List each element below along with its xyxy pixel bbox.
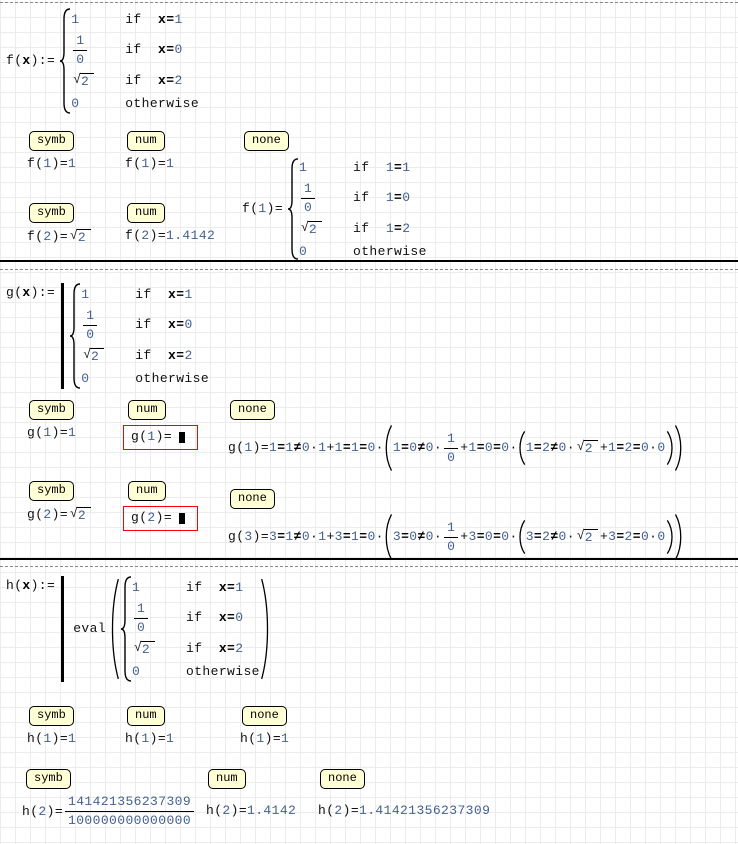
g-definition-lead: g(x):= — [6, 285, 55, 301]
fraction: 10 — [73, 33, 87, 68]
result-f1-num[interactable]: num f(1)=1 — [125, 131, 174, 172]
result-h2-none[interactable]: none h(2)=1.41421356237309 — [318, 769, 490, 819]
tag-none[interactable]: none — [242, 706, 287, 726]
error-placeholder-icon — [179, 513, 185, 524]
eval-function-label: eval — [73, 621, 106, 637]
expanded-expression: g(3)=3=1≠0·1+3=1=0· 3=0≠0· 10 +3=0=0· 3=… — [228, 514, 683, 560]
square-root: √2 — [577, 528, 598, 546]
tag-symb[interactable]: symb — [29, 400, 74, 420]
tag-symb[interactable]: symb — [29, 481, 74, 501]
close-paren-icon — [674, 514, 683, 560]
result-g1-symb[interactable]: symb g(1)=1 — [27, 400, 76, 441]
h-definition-region[interactable]: h(x):= eval 1if x=1 10if x=0 √2if x=2 0o… — [6, 576, 270, 682]
cases-brace-icon — [120, 576, 132, 682]
tag-none[interactable]: none — [244, 131, 289, 151]
hold-operator-bar — [61, 576, 64, 682]
piecewise-cases-h: 1if x=1 10if x=0 √2if x=2 0otherwise — [120, 576, 260, 682]
page-break-dashed — [0, 269, 738, 270]
cases-brace-icon — [59, 8, 71, 114]
fraction: 10 — [134, 601, 148, 636]
result-f1-none[interactable]: none f(1)= 1if 1=1 10if 1=0 √2if 1=2 0ot… — [242, 131, 427, 262]
square-root: √2 — [134, 640, 155, 658]
tag-num[interactable]: num — [128, 400, 166, 420]
close-paren-icon — [674, 425, 683, 471]
case-condition: if x=0 — [125, 42, 182, 58]
result-h1-symb[interactable]: symb h(1)=1 — [27, 706, 76, 747]
tag-num[interactable]: num — [127, 203, 165, 223]
piecewise-cases-f1: 1if 1=1 10if 1=0 √2if 1=2 0otherwise — [287, 156, 427, 262]
piecewise-cases-g: 1if x=1 10if x=0 √2if x=2 0otherwise — [69, 283, 209, 389]
tag-num[interactable]: num — [127, 131, 165, 151]
tag-none[interactable]: none — [230, 400, 275, 420]
fraction: 10 — [301, 181, 315, 216]
tag-symb[interactable]: symb — [26, 769, 71, 789]
tag-none[interactable]: none — [230, 489, 275, 509]
close-paren-icon — [666, 520, 674, 554]
tag-symb[interactable]: symb — [29, 131, 74, 151]
square-root: √2 — [301, 220, 322, 238]
tag-none[interactable]: none — [320, 769, 365, 789]
square-root: √2 — [70, 506, 91, 524]
error-frame[interactable]: g(2)= — [123, 506, 198, 531]
fraction: 141421356237309100000000000000 — [65, 794, 194, 829]
open-paren-icon — [384, 425, 393, 471]
result-f2-num[interactable]: num f(2)=1.4142 — [125, 203, 215, 244]
h-definition-lead: h(x):= — [6, 578, 55, 594]
cases-brace-icon — [69, 283, 81, 389]
case-condition: otherwise — [125, 96, 199, 112]
result-h1-none[interactable]: none h(1)=1 — [240, 706, 289, 747]
section-separator-line — [0, 260, 738, 262]
expanded-expression: g(1)=1=1≠0·1+1=1=0· 1=0≠0· 10 +1=0=0· 1=… — [228, 425, 683, 471]
case-value: 0 — [71, 96, 79, 112]
tag-num[interactable]: num — [127, 706, 165, 726]
result-g1-none[interactable]: none g(1)=1=1≠0·1+1=1=0· 1=0≠0· 10 +1=0=… — [228, 400, 683, 471]
error-frame[interactable]: g(1)= — [123, 425, 198, 450]
result-g1-num-error[interactable]: num g(1)= — [123, 400, 198, 450]
open-paren-icon — [110, 578, 120, 680]
open-paren-icon — [518, 431, 526, 465]
fraction: 10 — [444, 520, 458, 555]
result-f1-symb[interactable]: symb f(1)=1 — [27, 131, 76, 172]
result-g2-num-error[interactable]: num g(2)= — [123, 481, 198, 531]
result-h2-num[interactable]: num h(2)=1.4142 — [206, 769, 296, 819]
open-paren-icon — [518, 520, 526, 554]
square-root: √2 — [83, 347, 104, 365]
tag-symb[interactable]: symb — [29, 706, 74, 726]
square-root: √2 — [577, 439, 598, 457]
result-g2-symb[interactable]: symb g(2)=√2 — [27, 481, 93, 524]
result-f2-symb[interactable]: symb f(2)=√2 — [27, 203, 93, 246]
case-value: 1 — [71, 12, 79, 28]
result-h2-symb[interactable]: symb h(2)= 14142135623730910000000000000… — [22, 769, 196, 829]
case-condition: if x=1 — [125, 12, 182, 28]
result-g3-none[interactable]: none g(3)=3=1≠0·1+3=1=0· 3=0≠0· 10 +3=0=… — [228, 489, 683, 560]
tag-num[interactable]: num — [208, 769, 246, 789]
page-break-dashed-top — [0, 2, 738, 3]
f-definition-lead: f(x):= — [6, 53, 55, 69]
square-root: √2 — [70, 228, 91, 246]
case-condition: if x=2 — [125, 73, 182, 89]
g-definition-region[interactable]: g(x):= 1if x=1 10if x=0 √2if x=2 0otherw… — [6, 283, 209, 389]
square-root: √2 — [73, 72, 94, 90]
f-definition-region[interactable]: f(x):= 1 if x=1 10 if x=0 √2 if x=2 0 otherw… — [6, 8, 199, 114]
piecewise-cases-f: 1 if x=1 10 if x=0 √2 if x=2 0 otherwise — [59, 8, 199, 114]
cases-brace-icon — [287, 158, 299, 260]
close-paren-icon — [260, 578, 270, 680]
fraction: 10 — [83, 308, 97, 343]
tag-num[interactable]: num — [128, 481, 166, 501]
hold-operator-bar — [61, 283, 64, 389]
fraction: 10 — [444, 431, 458, 466]
error-placeholder-icon — [179, 432, 185, 443]
open-paren-icon — [384, 514, 393, 560]
tag-symb[interactable]: symb — [29, 203, 74, 223]
result-h1-num[interactable]: num h(1)=1 — [125, 706, 174, 747]
page-break-dashed — [0, 566, 738, 567]
close-paren-icon — [666, 431, 674, 465]
section-separator-line — [0, 558, 738, 560]
